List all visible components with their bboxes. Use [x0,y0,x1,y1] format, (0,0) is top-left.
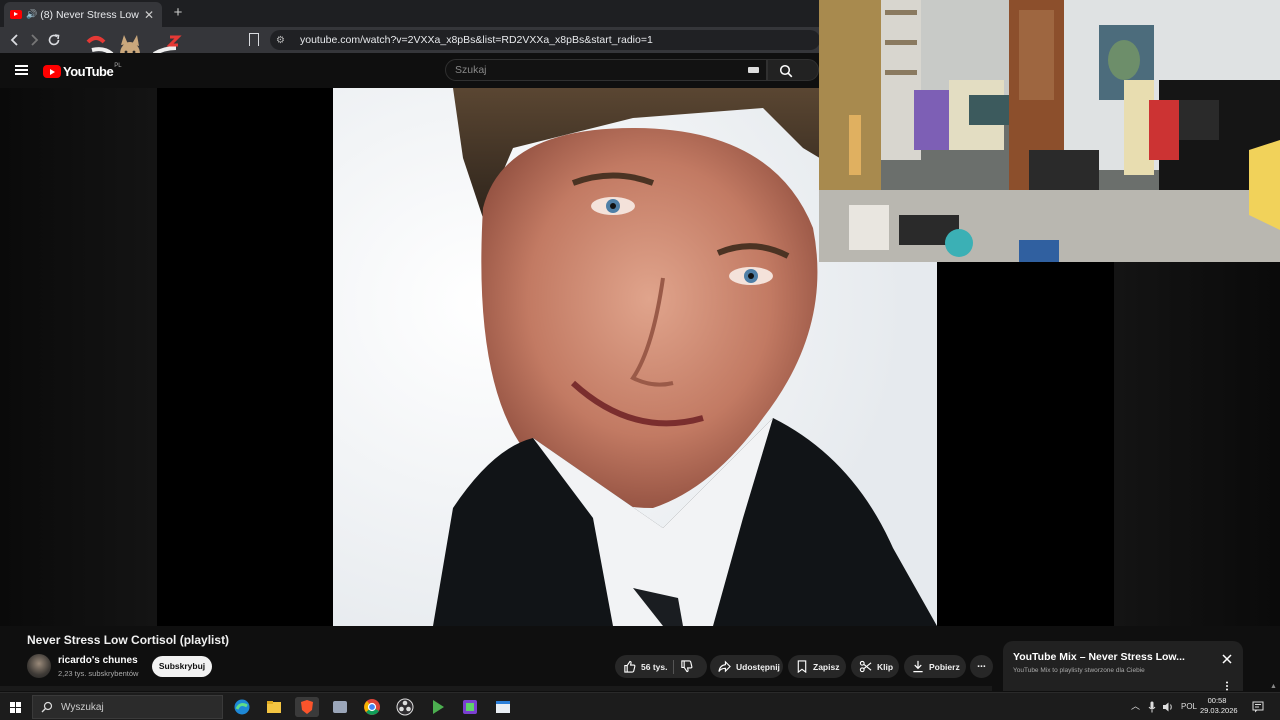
mix-subtitle: YouTube Mix to playlisty stworzone dla C… [1013,667,1145,674]
clip-button[interactable]: Klip [851,655,899,678]
video-title: Never Stress Low Cortisol (playlist) [27,633,230,647]
chrome-icon[interactable] [362,697,382,717]
bookmark-icon[interactable] [249,33,259,46]
close-icon[interactable] [1221,653,1233,665]
share-button[interactable]: Udostępnij [710,655,783,678]
ambient-left [0,88,157,626]
horizontal-scrollbar[interactable] [0,686,992,691]
download-label: Pobierz [929,661,960,672]
keyboard-icon[interactable] [748,67,759,73]
language-indicator[interactable]: POL [1181,702,1197,711]
app-icon-1[interactable] [330,697,350,717]
url-text: youtube.com/watch?v=2VXXa_x8pBs&list=RD2… [300,34,653,46]
tray-expand-icon[interactable]: ︿ [1131,699,1140,712]
youtube-logo[interactable]: YouTube PL [43,62,122,79]
site-settings-icon[interactable]: ⚙ [276,35,288,46]
more-actions-button[interactable]: ⋯ [970,655,993,678]
save-icon [797,660,807,673]
clip-label: Klip [877,661,894,672]
clock-time: 00:58 [1207,696,1227,705]
mix-playlist-panel[interactable]: YouTube Mix – Never Stress Low... YouTub… [1003,641,1243,691]
subscribe-button[interactable]: Subskrybuj [152,656,212,677]
save-label: Zapisz [813,661,840,672]
reload-icon[interactable] [46,32,62,48]
edge-icon[interactable] [232,697,252,717]
clip-icon [859,660,872,673]
speaker-icon[interactable]: 🔊 [26,9,37,20]
app-icon-2[interactable] [460,697,480,717]
taskbar-search[interactable]: Wyszukaj [32,695,223,719]
like-icon[interactable] [623,660,636,673]
windows-taskbar: Wyszukaj ︿ POL 00:58 29.03.2026 [0,692,1280,720]
like-count[interactable]: 56 tys. [641,662,667,672]
mix-title: YouTube Mix – Never Stress Low... [1013,651,1185,663]
volume-icon[interactable] [1162,701,1174,713]
scroll-up-arrow-icon[interactable]: ▲ [1270,683,1277,690]
screen: 🔊 (8) Never Stress Low Cortisol ✕ + ⚙ yo… [0,0,1280,720]
brave-icon[interactable] [295,697,319,717]
search-input[interactable]: Szukaj [445,59,767,81]
youtube-wordmark: YouTube [63,64,114,79]
download-icon [913,660,923,673]
share-label: Udostępnij [736,661,780,672]
search-icon [779,64,793,78]
search-button[interactable] [767,59,819,81]
channel-avatar[interactable] [27,654,51,678]
webcam-room-image [819,0,1280,262]
like-divider [673,659,675,674]
forward-icon[interactable] [26,32,42,48]
save-button[interactable]: Zapisz [788,655,846,678]
windows-icon[interactable] [10,702,21,713]
clock-date: 29.03.2026 [1200,706,1238,715]
menu-icon[interactable] [15,65,28,75]
country-code: PL [114,62,122,69]
youtube-favicon-icon [10,10,22,19]
like-dislike-group: 56 tys. [615,655,707,678]
back-icon[interactable] [7,32,23,48]
subscriber-count: 2,23 tys. subskrybentów [58,669,139,678]
taskbar-search-placeholder: Wyszukaj [61,701,104,713]
browser-tab-active[interactable]: 🔊 (8) Never Stress Low Cortisol ✕ [4,2,162,27]
webcam-overlay [819,0,1280,262]
system-clock[interactable]: 00:58 29.03.2026 [1200,696,1238,716]
new-tab-button[interactable]: + [170,4,186,21]
dislike-icon[interactable] [680,660,693,673]
share-icon [718,660,731,673]
taskbar-search-icon [41,701,53,713]
download-button[interactable]: Pobierz [904,655,966,678]
app-icon-3[interactable] [493,697,513,717]
notifications-icon[interactable] [1252,701,1264,713]
media-player-icon[interactable] [428,697,448,717]
tab-close-icon[interactable]: ✕ [142,8,156,22]
microphone-icon[interactable] [1148,701,1156,713]
youtube-play-icon [43,65,61,78]
explorer-icon[interactable] [264,697,284,717]
tab-title: (8) Never Stress Low Cortisol [40,8,140,21]
url-bar[interactable]: ⚙ youtube.com/watch?v=2VXXa_x8pBs&list=R… [270,30,820,50]
more-vertical-icon[interactable] [1225,681,1229,691]
obs-icon[interactable] [395,697,415,717]
channel-name[interactable]: ricardo's chunes [58,655,138,666]
